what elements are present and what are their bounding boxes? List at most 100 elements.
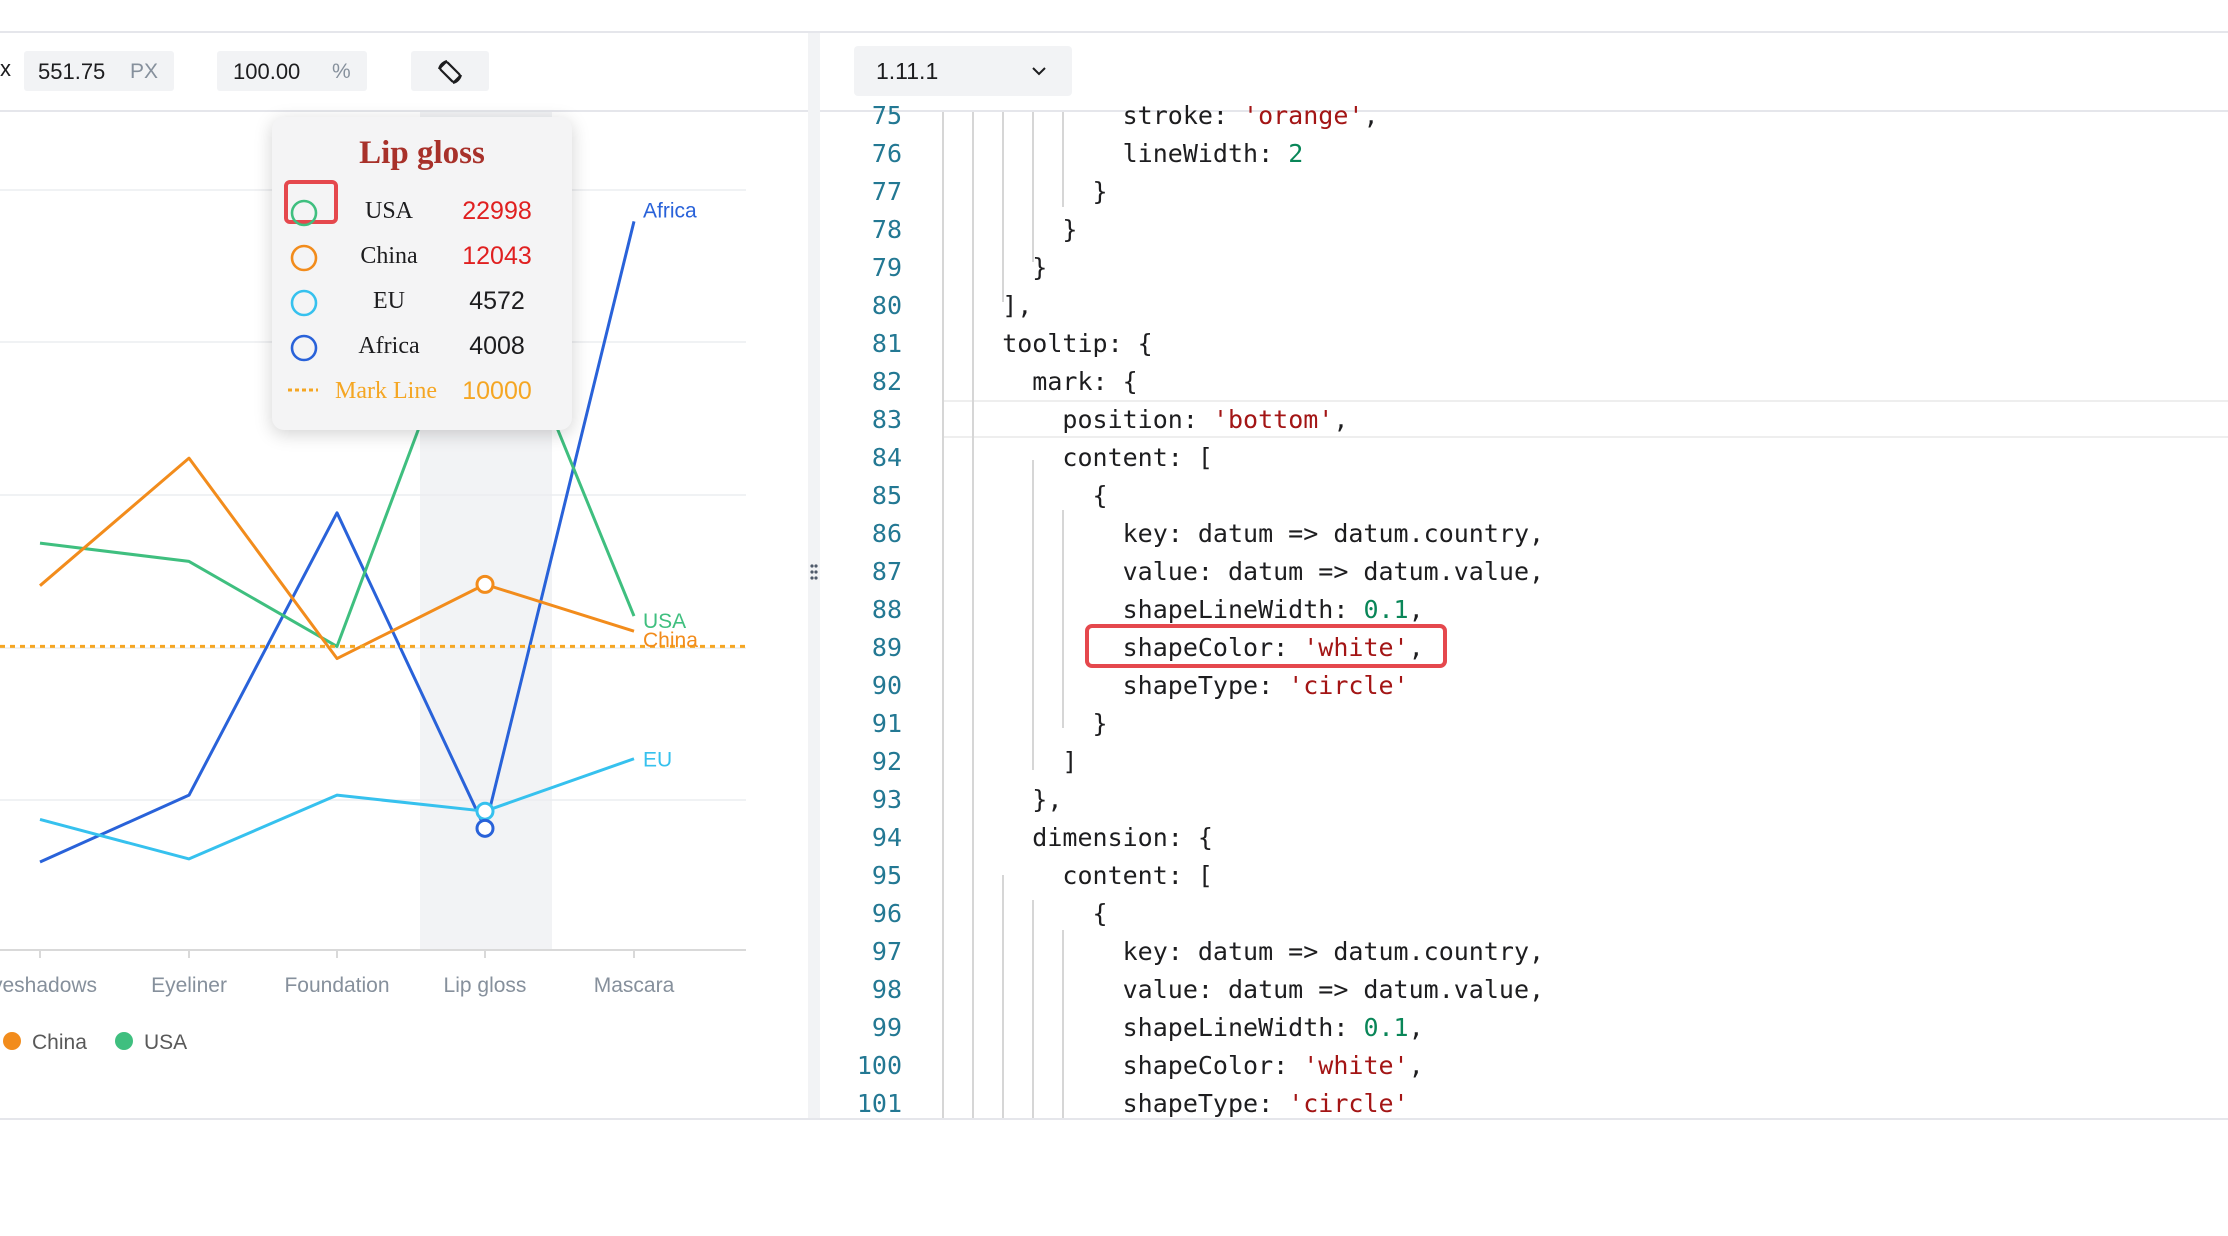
tooltip-row-mark-line: Mark Line 10000: [272, 370, 572, 410]
code-line[interactable]: }: [942, 709, 1108, 738]
tooltip-row: EU 4572: [272, 280, 572, 320]
code-line[interactable]: shapeLineWidth: 0.1,: [942, 1013, 1424, 1042]
line-number: 92: [871, 747, 902, 776]
version-select[interactable]: 1.11.1: [854, 46, 1072, 96]
code-line[interactable]: }: [942, 215, 1077, 244]
width-unit: PX: [130, 60, 159, 83]
code-line[interactable]: ],: [942, 291, 1032, 320]
tooltip-key: China: [360, 243, 418, 269]
line-number: 77: [871, 177, 902, 206]
line-number: 88: [871, 595, 902, 624]
width-prefix: x: [0, 56, 11, 81]
rotate-button[interactable]: [411, 51, 489, 91]
line-number: 95: [871, 861, 902, 890]
code-line[interactable]: dimension: {: [942, 823, 1213, 852]
pane-splitter[interactable]: [808, 33, 820, 1118]
line-number: 89: [871, 633, 902, 662]
hover-point-africa: [475, 818, 495, 838]
tooltip-value: 4572: [469, 287, 525, 315]
tooltip-value: 22998: [462, 197, 532, 225]
line-number: 90: [871, 671, 902, 700]
line-number: 91: [871, 709, 902, 738]
line-number: 79: [871, 253, 902, 282]
code-line[interactable]: }: [942, 177, 1108, 206]
line-number: 84: [871, 443, 902, 472]
tooltip-value: 4008: [469, 332, 525, 360]
line-number: 76: [871, 139, 902, 168]
circle-marker-icon: [290, 199, 318, 227]
chart-tooltip: Lip gloss USA 22998 China 12043 EU 4572 Africa…: [272, 117, 572, 430]
line-number: 97: [871, 937, 902, 966]
code-line[interactable]: lineWidth: 2: [942, 139, 1304, 168]
series-end-label-eu: EU: [643, 749, 672, 772]
x-axis-tick-label: Eyeliner: [151, 974, 227, 997]
line-number: 93: [871, 785, 902, 814]
line-number: 96: [871, 899, 902, 928]
legend-marker-china: [3, 1032, 21, 1050]
indent-guide: [1032, 900, 1034, 1118]
scale-input[interactable]: 100.00 %: [217, 51, 367, 91]
hover-point-eu: [475, 801, 495, 821]
code-line[interactable]: {: [942, 481, 1108, 510]
rotate-device-icon: [438, 60, 462, 84]
code-line[interactable]: },: [942, 785, 1062, 814]
line-number: 101: [856, 1089, 902, 1118]
line-number: 78: [871, 215, 902, 244]
line-number: 86: [871, 519, 902, 548]
legend-marker-usa: [115, 1032, 133, 1050]
line-number: 87: [871, 557, 902, 586]
tooltip-key: EU: [373, 288, 405, 314]
scale-value: 100.00: [233, 59, 301, 84]
x-axis-tick-label: Mascara: [594, 974, 675, 997]
tooltip-key: Africa: [358, 333, 420, 359]
tooltip-row: Africa 4008: [272, 325, 572, 365]
width-value: 551.75: [38, 59, 106, 84]
line-number: 85: [871, 481, 902, 510]
circle-marker-icon: [290, 289, 318, 317]
code-line[interactable]: content: [: [942, 443, 1213, 472]
scale-unit: %: [332, 60, 351, 83]
line-number: 94: [871, 823, 902, 852]
legend-label-china: China: [32, 1031, 87, 1054]
legend-label-usa: USA: [144, 1031, 187, 1054]
hover-point-china: [475, 574, 495, 594]
line-number: 99: [871, 1013, 902, 1042]
tooltip-row: China 12043: [272, 235, 572, 275]
tooltip-row: USA 22998: [272, 190, 572, 230]
line-number: 80: [871, 291, 902, 320]
series-end-label-africa: Africa: [643, 199, 697, 222]
chevron-down-icon: [1032, 67, 1046, 76]
series-end-label-china: China: [643, 629, 698, 652]
code-line[interactable]: value: datum => datum.value,: [942, 975, 1544, 1004]
x-axis-tick-label: yeshadows: [0, 974, 97, 997]
code-line[interactable]: shapeType: 'circle': [942, 1089, 1409, 1118]
code-line[interactable]: ]: [942, 747, 1077, 776]
line-number: 100: [856, 1051, 902, 1080]
line-number: 83: [871, 405, 902, 434]
dashed-line-icon: [288, 388, 318, 392]
version-value: 1.11.1: [876, 58, 939, 84]
circle-marker-icon: [290, 334, 318, 362]
code-line[interactable]: tooltip: {: [942, 329, 1153, 358]
circle-marker-icon: [290, 244, 318, 272]
code-line[interactable]: position: 'bottom',: [942, 405, 1348, 434]
code-line[interactable]: mark: {: [942, 367, 1137, 396]
code-line[interactable]: key: datum => datum.country,: [942, 937, 1544, 966]
code-line[interactable]: }: [942, 253, 1047, 282]
code-line[interactable]: shapeColor: 'white',: [942, 1051, 1424, 1080]
code-line[interactable]: content: [: [942, 861, 1213, 890]
code-line[interactable]: value: datum => datum.value,: [942, 557, 1544, 586]
code-line[interactable]: {: [942, 899, 1108, 928]
width-input[interactable]: 551.75 PX: [24, 51, 174, 91]
tooltip-value: 10000: [462, 377, 532, 405]
line-number: 75: [871, 101, 902, 130]
code-line[interactable]: key: datum => datum.country,: [942, 519, 1544, 548]
line-number: 82: [871, 367, 902, 396]
code-line[interactable]: shapeLineWidth: 0.1,: [942, 595, 1424, 624]
x-axis-tick-label: Lip gloss: [444, 974, 527, 997]
code-line[interactable]: stroke: 'orange',: [942, 101, 1379, 130]
tooltip-value: 12043: [462, 242, 532, 270]
line-number: 98: [871, 975, 902, 1004]
tooltip-title: Lip gloss: [359, 135, 485, 171]
code-line[interactable]: shapeType: 'circle': [942, 671, 1409, 700]
